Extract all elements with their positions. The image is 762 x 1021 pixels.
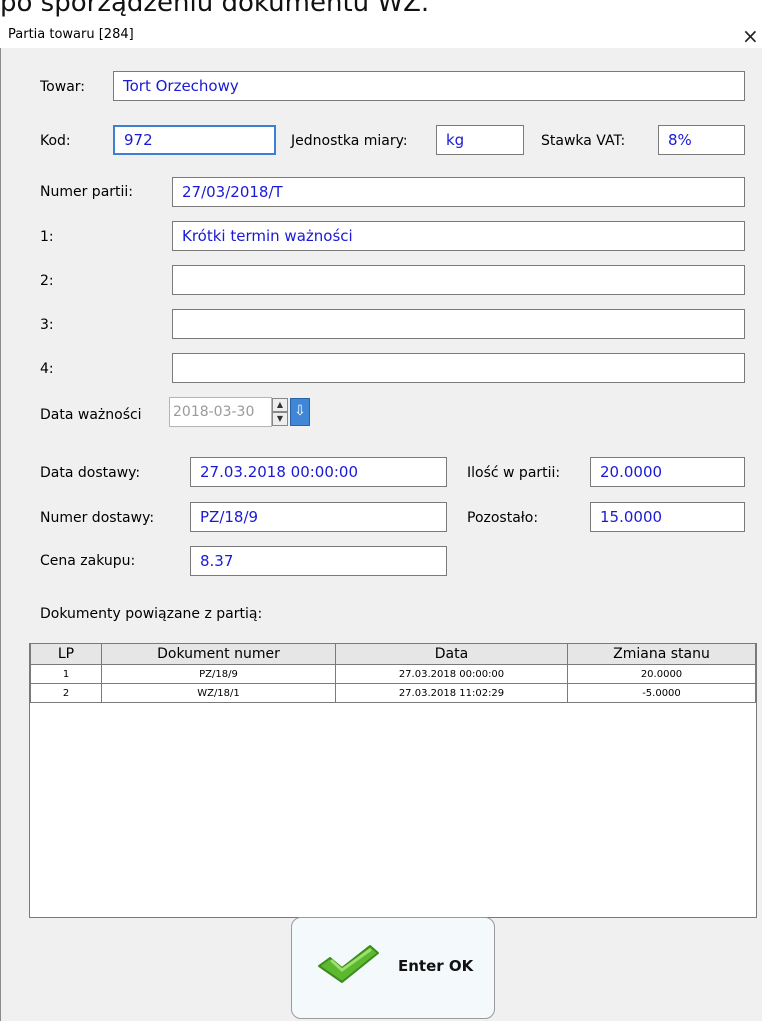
ok-button-label: Enter OK	[398, 957, 474, 975]
field-4-input[interactable]	[172, 353, 745, 383]
cena-zakupu-label: Cena zakupu:	[40, 553, 136, 569]
numer-dostawy-field[interactable]: PZ/18/9	[190, 502, 447, 532]
cena-zakupu-field[interactable]: 8.37	[190, 546, 447, 576]
field-1-label: 1:	[40, 229, 54, 245]
cell-zmiana: 20.0000	[567, 664, 756, 684]
towar-field[interactable]: Tort Orzechowy	[113, 71, 745, 101]
checkmark-icon	[316, 942, 382, 990]
data-dostawy-label: Data dostawy:	[40, 465, 141, 481]
table-header-row: LP Dokument numer Data Zmiana stanu	[30, 644, 756, 665]
cell-lp: 1	[30, 664, 102, 684]
documents-table[interactable]: LP Dokument numer Data Zmiana stanu 1 PZ…	[29, 643, 757, 918]
pozostalo-label: Pozostało:	[467, 510, 539, 526]
window-title: Partia towaru [284]	[8, 27, 134, 42]
field-4-label: 4:	[40, 361, 54, 377]
pozostalo-field[interactable]: 15.0000	[590, 502, 745, 532]
jednostka-miary-label: Jednostka miary:	[291, 133, 408, 149]
ok-button[interactable]: Enter OK	[291, 917, 495, 1019]
cell-zmiana: -5.0000	[567, 683, 756, 703]
close-icon[interactable]: ×	[742, 24, 759, 48]
cell-dokument: WZ/18/1	[101, 683, 336, 703]
data-waznosci-field[interactable]: 2018-03-30	[169, 397, 272, 427]
stawka-vat-field[interactable]: 8%	[658, 125, 745, 155]
documents-title: Dokumenty powiązane z partią:	[40, 606, 263, 622]
field-1-input[interactable]: Krótki termin ważności	[172, 221, 745, 251]
data-waznosci-label: Data ważności	[40, 407, 142, 423]
date-spinner[interactable]: ▲ ▼	[272, 398, 288, 426]
field-2-label: 2:	[40, 273, 54, 289]
field-3-input[interactable]	[172, 309, 745, 339]
spin-up-icon[interactable]: ▲	[272, 398, 288, 412]
ilosc-label: Ilość w partii:	[467, 465, 561, 481]
data-dostawy-field[interactable]: 27.03.2018 00:00:00	[190, 457, 447, 487]
ilosc-field[interactable]: 20.0000	[590, 457, 745, 487]
calendar-dropdown-icon[interactable]: ⇩	[290, 398, 310, 426]
kod-field[interactable]: 972	[113, 125, 276, 155]
table-row[interactable]: 2 WZ/18/1 27.03.2018 11:02:29 -5.0000	[30, 683, 756, 703]
column-header-dokument[interactable]: Dokument numer	[101, 644, 336, 665]
column-header-zmiana[interactable]: Zmiana stanu	[567, 644, 756, 665]
spin-down-icon[interactable]: ▼	[272, 412, 288, 426]
numer-partii-field[interactable]: 27/03/2018/T	[172, 177, 745, 207]
numer-partii-label: Numer partii:	[40, 184, 134, 200]
table-row[interactable]: 1 PZ/18/9 27.03.2018 00:00:00 20.0000	[30, 664, 756, 684]
stawka-vat-label: Stawka VAT:	[541, 133, 626, 149]
cell-data: 27.03.2018 00:00:00	[335, 664, 568, 684]
field-3-label: 3:	[40, 317, 54, 333]
column-header-lp[interactable]: LP	[30, 644, 102, 665]
cell-dokument: PZ/18/9	[101, 664, 336, 684]
kod-label: Kod:	[40, 133, 71, 149]
cell-lp: 2	[30, 683, 102, 703]
column-header-data[interactable]: Data	[335, 644, 568, 665]
cell-data: 27.03.2018 11:02:29	[335, 683, 568, 703]
background-banner-text: po sporządzeniu dokumentu WZ.	[0, 0, 430, 18]
jednostka-miary-field[interactable]: kg	[436, 125, 524, 155]
numer-dostawy-label: Numer dostawy:	[40, 510, 155, 526]
field-2-input[interactable]	[172, 265, 745, 295]
towar-label: Towar:	[40, 79, 85, 95]
